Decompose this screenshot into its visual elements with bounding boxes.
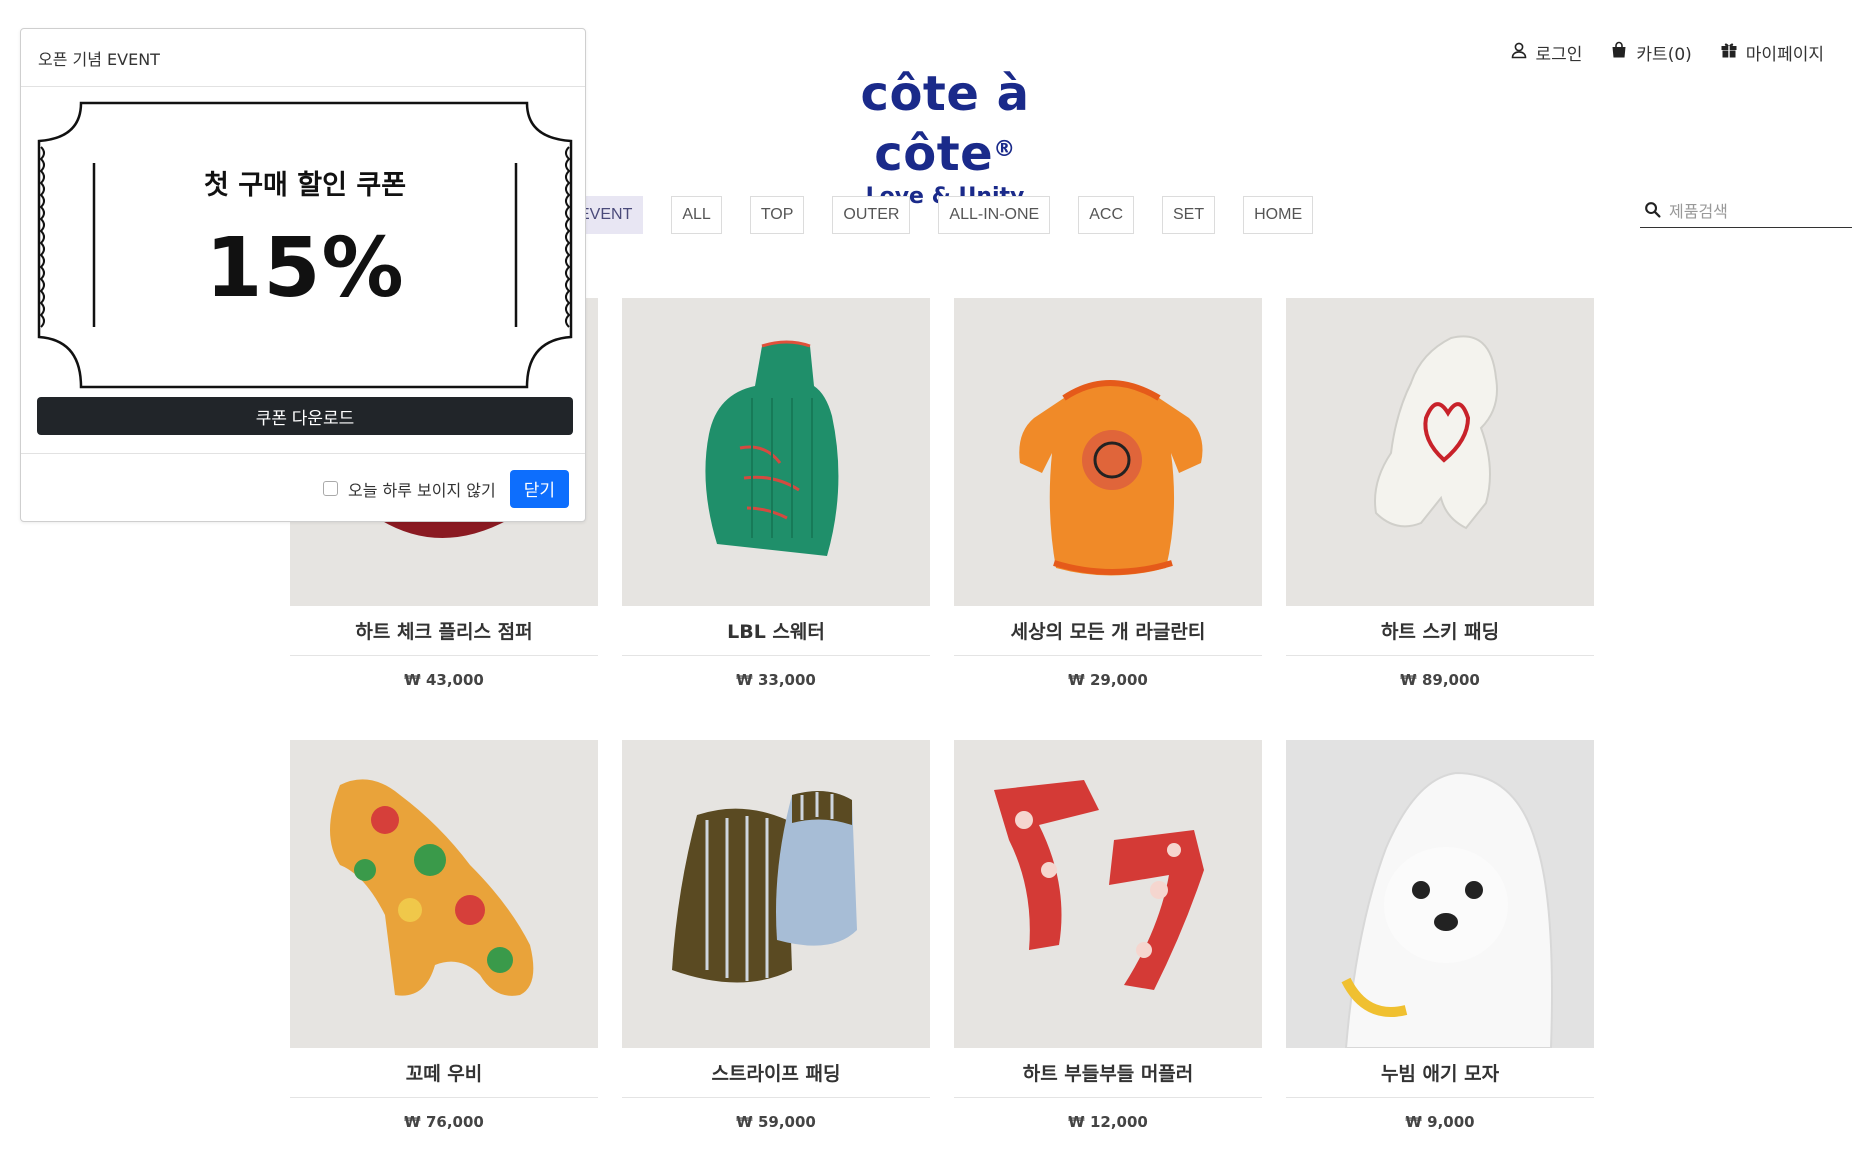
utility-menu: 로그인 카트(0) 마이페이지 xyxy=(1510,40,1824,65)
nav-top[interactable]: TOP xyxy=(749,196,805,234)
search-box xyxy=(1640,196,1852,228)
product-card[interactable]: 하트 부들부들 머플러 ₩ 12,000 xyxy=(954,740,1262,1164)
product-card[interactable]: 세상의 모든 개 라글란티 ₩ 29,000 xyxy=(954,298,1262,740)
popup-title: 오픈 기념 EVENT xyxy=(21,29,585,87)
product-card[interactable]: 스트라이프 패딩 ₩ 59,000 xyxy=(622,740,930,1164)
hide-today-checkbox[interactable] xyxy=(322,481,338,496)
coupon-image: 첫 구매 할인 쿠폰 15% xyxy=(37,101,573,391)
product-name[interactable]: 누빔 애기 모자 xyxy=(1286,1048,1594,1098)
cart-label: 카트(0) xyxy=(1636,45,1692,65)
product-card[interactable]: 꼬떼 우비 ₩ 76,000 xyxy=(290,740,598,1164)
coupon-title: 첫 구매 할인 쿠폰 xyxy=(203,170,407,201)
product-price: ₩ 76,000 xyxy=(404,1113,484,1131)
product-image[interactable] xyxy=(622,298,930,606)
product-name[interactable]: 꼬떼 우비 xyxy=(290,1048,598,1098)
product-card[interactable]: 누빔 애기 모자 ₩ 9,000 xyxy=(1286,740,1594,1164)
login-label: 로그인 xyxy=(1535,45,1583,65)
login-link[interactable]: 로그인 xyxy=(1510,40,1583,65)
product-card[interactable]: LBL 스웨터 ₩ 33,000 xyxy=(622,298,930,740)
brand-logo[interactable]: côte à côte® Love & Unity xyxy=(795,66,1095,209)
product-price: ₩ 43,000 xyxy=(404,671,484,689)
product-name[interactable]: 하트 스키 패딩 xyxy=(1286,606,1594,656)
coupon-download-button[interactable]: 쿠폰 다운로드 xyxy=(37,397,573,435)
search-icon[interactable] xyxy=(1644,201,1661,222)
logo-wordmark: côte à côte xyxy=(860,66,1030,182)
product-name[interactable]: 하트 체크 플리스 점퍼 xyxy=(290,606,598,656)
product-image[interactable] xyxy=(1286,298,1594,606)
nav-set[interactable]: SET xyxy=(1162,196,1216,234)
product-price: ₩ 29,000 xyxy=(1068,671,1148,689)
nav-all-in-one[interactable]: ALL-IN-ONE xyxy=(938,196,1051,234)
popup-close-button[interactable]: 닫기 xyxy=(509,469,569,508)
popup-footer: 오늘 하루 보이지 않기 닫기 xyxy=(21,453,585,523)
product-price: ₩ 33,000 xyxy=(736,671,816,689)
coupon-discount: 15% xyxy=(205,221,405,316)
product-price: ₩ 59,000 xyxy=(736,1113,816,1131)
gift-icon xyxy=(1720,41,1738,64)
nav-home[interactable]: HOME xyxy=(1243,196,1314,234)
product-card[interactable]: 하트 스키 패딩 ₩ 89,000 xyxy=(1286,298,1594,740)
mypage-link[interactable]: 마이페이지 xyxy=(1720,40,1824,65)
product-name[interactable]: 하트 부들부들 머플러 xyxy=(954,1048,1262,1098)
product-name[interactable]: 세상의 모든 개 라글란티 xyxy=(954,606,1262,656)
event-popup: 오픈 기념 EVENT 첫 구매 할인 쿠폰 15% 쿠폰 다운로드 오늘 하루… xyxy=(20,28,586,522)
category-nav: EVENT ALL TOP OUTER ALL-IN-ONE ACC SET H… xyxy=(568,196,1341,234)
nav-acc[interactable]: ACC xyxy=(1078,196,1134,234)
search-input[interactable] xyxy=(1669,202,1839,221)
hide-today-label[interactable]: 오늘 하루 보이지 않기 xyxy=(348,477,496,501)
product-image[interactable] xyxy=(954,298,1262,606)
user-icon xyxy=(1510,41,1528,64)
product-image[interactable] xyxy=(954,740,1262,1048)
registered-mark: ® xyxy=(993,137,1016,162)
product-name[interactable]: 스트라이프 패딩 xyxy=(622,1048,930,1098)
product-price: ₩ 89,000 xyxy=(1400,671,1480,689)
product-image[interactable] xyxy=(290,740,598,1048)
nav-all[interactable]: ALL xyxy=(671,196,722,234)
mypage-label: 마이페이지 xyxy=(1745,45,1824,65)
product-name[interactable]: LBL 스웨터 xyxy=(622,606,930,656)
product-image[interactable] xyxy=(1286,740,1594,1048)
nav-outer[interactable]: OUTER xyxy=(832,196,911,234)
product-price: ₩ 12,000 xyxy=(1068,1113,1148,1131)
bag-icon xyxy=(1610,41,1628,64)
product-price: ₩ 9,000 xyxy=(1405,1113,1475,1131)
cart-link[interactable]: 카트(0) xyxy=(1610,40,1692,65)
product-image[interactable] xyxy=(622,740,930,1048)
